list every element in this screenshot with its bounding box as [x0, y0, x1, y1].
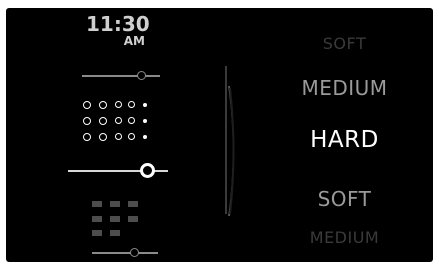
clock: 11:30 AM [86, 12, 150, 48]
dot [115, 101, 122, 108]
grid-square [92, 216, 102, 222]
bottom-slider[interactable] [92, 245, 158, 261]
top-slider-knob[interactable] [137, 71, 146, 80]
grid-square [110, 230, 120, 236]
column-divider [225, 66, 227, 214]
dot [143, 135, 147, 139]
bottom-slider-knob[interactable] [130, 248, 139, 257]
top-slider-track [82, 75, 160, 77]
dot [115, 133, 122, 140]
dot [115, 117, 122, 124]
dot-grid-option[interactable] [83, 101, 163, 151]
watch-screen: 11:30 AM SOFT MEDIUM HARD SOFT MEDIUM [6, 8, 433, 262]
grid-square [92, 230, 102, 236]
clock-time: 11:30 [86, 12, 150, 36]
dot [143, 103, 147, 107]
square-grid-option[interactable] [92, 201, 152, 241]
grid-square [110, 201, 120, 207]
dot [128, 101, 135, 108]
dot [83, 101, 91, 109]
firmness-picker[interactable]: SOFT MEDIUM HARD SOFT MEDIUM [256, 8, 433, 262]
clock-ampm: AM [123, 34, 145, 48]
middle-slider-knob[interactable] [140, 163, 155, 178]
bottom-slider-track [92, 252, 158, 254]
dot [128, 133, 135, 140]
grid-square [128, 216, 138, 222]
grid-square [128, 201, 138, 207]
dot [128, 117, 135, 124]
dot [143, 119, 147, 123]
dot [83, 117, 91, 125]
scroll-edge-indicator[interactable] [228, 86, 244, 216]
dot [99, 117, 107, 125]
picker-item[interactable]: MEDIUM [256, 78, 433, 98]
dot [99, 101, 107, 109]
picker-item[interactable]: SOFT [256, 189, 433, 209]
dot [99, 133, 107, 141]
grid-square [92, 201, 102, 207]
middle-slider[interactable] [68, 163, 168, 179]
picker-item-selected[interactable]: HARD [256, 129, 433, 152]
grid-square [110, 216, 120, 222]
picker-item[interactable]: MEDIUM [256, 230, 433, 246]
picker-item[interactable]: SOFT [256, 36, 433, 52]
top-slider[interactable] [82, 68, 160, 84]
dot [83, 133, 91, 141]
